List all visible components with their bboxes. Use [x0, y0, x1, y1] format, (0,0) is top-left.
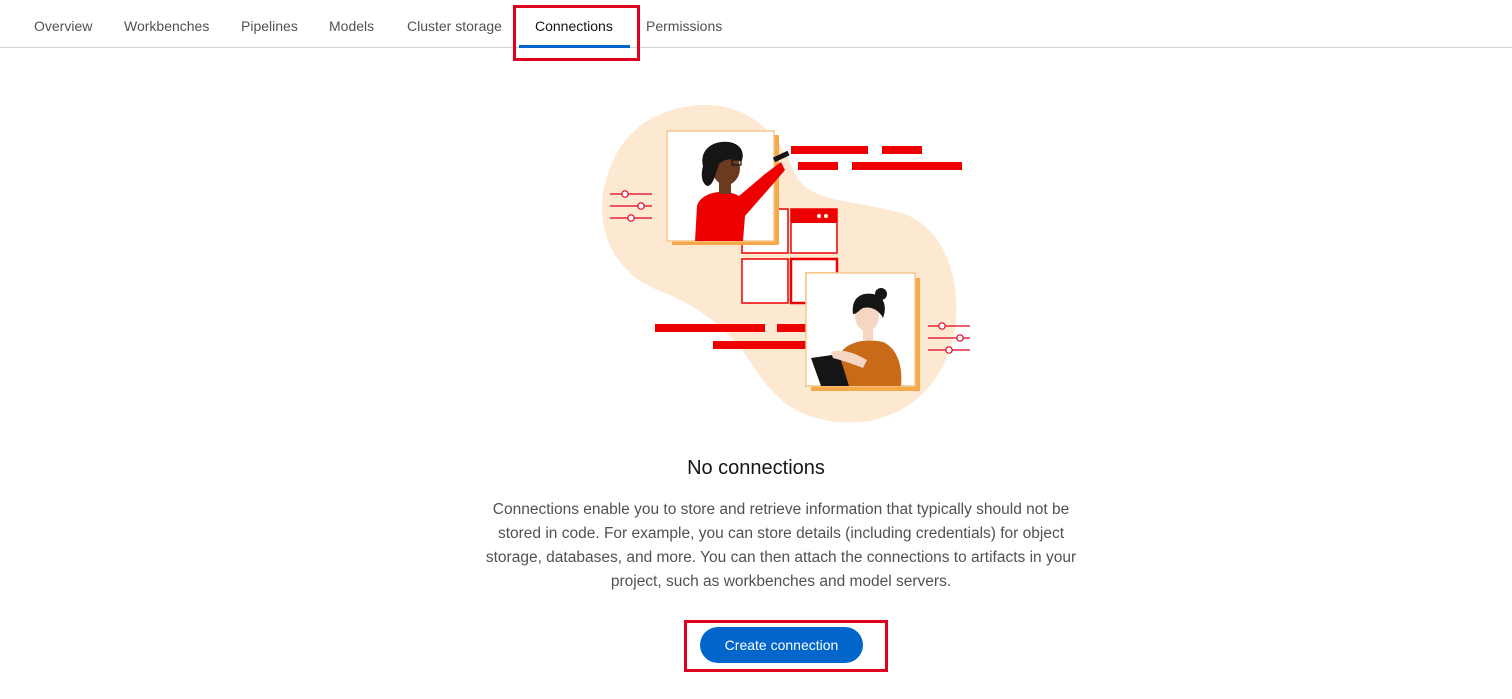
active-tab-indicator: [519, 45, 630, 48]
empty-state-title: No connections: [687, 457, 825, 479]
tab-models[interactable]: Models: [329, 0, 374, 48]
tab-connections[interactable]: Connections: [535, 0, 613, 48]
tab-pipelines[interactable]: Pipelines: [241, 0, 298, 48]
connections-page: Overview Workbenches Pipelines Models Cl…: [0, 0, 1512, 699]
empty-state-illustration: [602, 104, 970, 423]
project-tabs: Overview Workbenches Pipelines Models Cl…: [0, 0, 1512, 48]
create-connection-button[interactable]: Create connection: [700, 627, 863, 663]
tab-workbenches[interactable]: Workbenches: [124, 0, 209, 48]
laptop-user-panel: [805, 272, 920, 391]
empty-state-description: Connections enable you to store and retr…: [485, 501, 1077, 590]
tab-cluster-storage[interactable]: Cluster storage: [407, 0, 502, 48]
presenter-panel: [666, 130, 790, 245]
tab-permissions[interactable]: Permissions: [646, 0, 722, 48]
text-lines-decoration: [791, 146, 962, 170]
tab-overview[interactable]: Overview: [34, 0, 92, 48]
